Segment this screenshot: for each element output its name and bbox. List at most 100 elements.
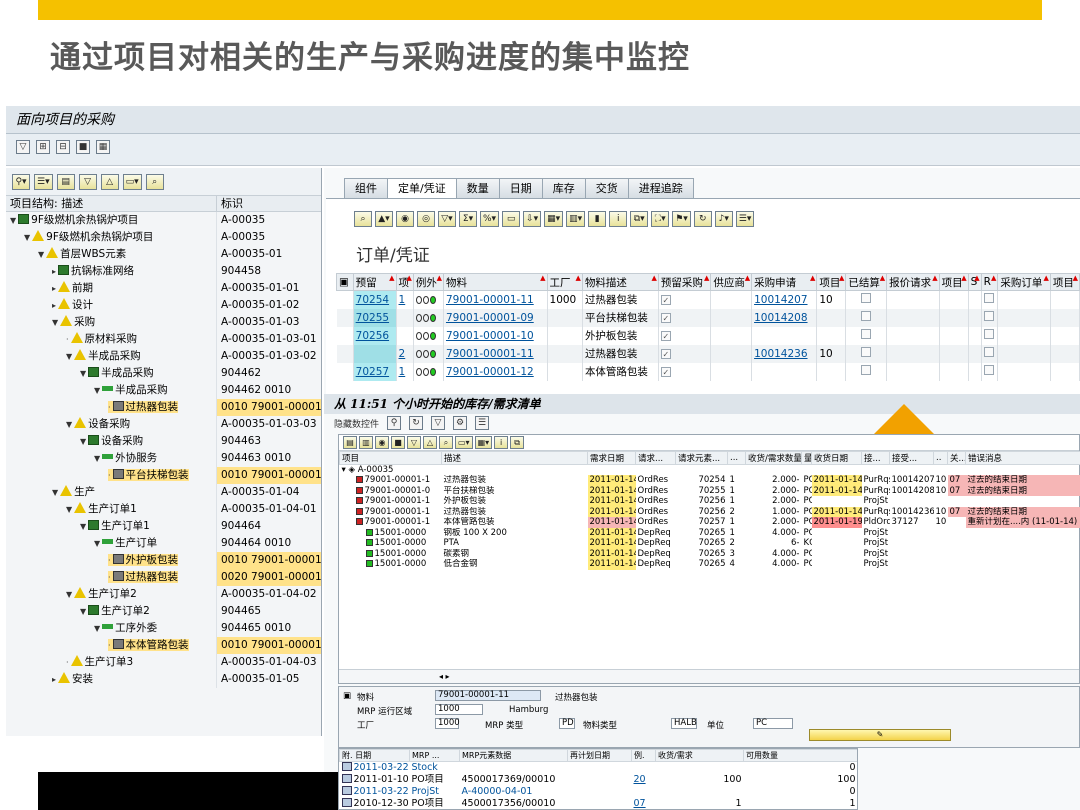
unit-field[interactable]: PC <box>753 718 793 729</box>
refresh-icon[interactable]: ↻ <box>409 416 424 430</box>
reservation-link[interactable]: 70256 <box>353 326 397 345</box>
mrp-col-header[interactable]: 附. 日期 <box>339 749 410 762</box>
orders-col-header[interactable]: 项 ▲ <box>395 273 414 291</box>
export-icon[interactable]: ⧉ <box>510 436 525 449</box>
table-row[interactable]: 15001-0000 低合金钢 2011-01-14 DepReq 70265 4 4.00… <box>340 559 1080 570</box>
purchase-req-link[interactable]: 10014236 <box>751 344 818 363</box>
material-link[interactable]: 79001-00001-10 <box>443 326 548 345</box>
refresh-icon[interactable]: ↻ <box>693 211 712 227</box>
info-icon[interactable]: i <box>609 211 628 227</box>
stock-col-header[interactable]: 收货日期 <box>811 451 862 465</box>
subtotal-icon[interactable]: %▾ <box>480 211 500 227</box>
orders-col-header[interactable]: 已结算 ▲ <box>845 273 888 291</box>
checkbox[interactable]: ✓ <box>660 312 671 323</box>
export-icon[interactable]: ⇩▾ <box>523 211 542 227</box>
element-icon[interactable] <box>341 786 352 795</box>
expand-toggle-icon[interactable]: · <box>108 471 111 480</box>
table-row[interactable]: 15001-0000 钢板 100 X 200 2011-01-14 DepReq 70… <box>340 527 1080 538</box>
table-row[interactable]: 2011-03-22 Stock 0 <box>340 762 858 775</box>
reservation-link[interactable]: 70254 <box>353 290 397 309</box>
tree-row[interactable]: ▸ 前期 A-00035-01-01 <box>6 280 321 297</box>
stock-col-header[interactable]: 收货/需求数量 <box>745 451 802 465</box>
stock-col-header[interactable]: 接受... <box>889 451 934 465</box>
checkbox[interactable] <box>861 293 872 304</box>
stock-col-header[interactable]: 描述 <box>441 451 588 465</box>
tree-row[interactable]: · 原材料采购 A-00035-01-03-01 <box>6 331 321 348</box>
expand-toggle-icon[interactable]: · <box>66 335 69 344</box>
tree-row[interactable]: ▼ 半成品采购 904462 <box>6 365 321 382</box>
table-row[interactable]: 70256 79001-00001-10 外护板包装 ✓ <box>336 326 1080 345</box>
grid-icon[interactable]: ▦ <box>96 140 110 154</box>
row-selector[interactable] <box>336 290 354 309</box>
mrp-col-header[interactable]: 例. <box>631 749 656 762</box>
material-link[interactable]: 79001-00001-12 <box>443 362 548 381</box>
sort-down-icon[interactable]: ▽ <box>78 174 97 190</box>
orders-col-header[interactable]: 预留采购 ▲ <box>657 273 712 291</box>
table-row[interactable]: 70255 79001-00001-09 平台扶梯包装 ✓ 10014208 <box>336 308 1080 327</box>
table-row[interactable]: 70257 1 79001-00001-12 本体管路包装 ✓ <box>336 362 1080 381</box>
tree-row[interactable]: · 外护板包装 0010 79001-00001-10 <box>6 552 321 569</box>
stock-col-header[interactable]: 接... <box>861 451 890 465</box>
mrp-area-field[interactable]: 1000 <box>435 704 483 715</box>
tab-dates[interactable]: 日期 <box>498 178 543 198</box>
expand-toggle-icon[interactable]: ▼ <box>80 369 86 378</box>
expand-toggle-icon[interactable]: ▼ <box>94 386 100 395</box>
settings-icon[interactable]: ⚙ <box>453 416 468 430</box>
table-row[interactable]: 2 79001-00001-11 过热器包装 ✓ 10014236 10 <box>336 344 1080 363</box>
mrp-col-header[interactable]: MRP元素数据 <box>459 749 568 762</box>
find-icon[interactable]: ⌕ <box>439 436 453 449</box>
reservation-link[interactable]: 70255 <box>353 308 397 327</box>
element-icon[interactable] <box>341 762 352 771</box>
row-selector[interactable] <box>336 362 354 381</box>
tree-row[interactable]: ▼ 设备采购 904463 <box>6 433 321 450</box>
stock-col-header[interactable]: .. <box>933 451 948 465</box>
orders-col-header[interactable]: 工厂 ▲ <box>546 273 583 291</box>
sort-up-icon[interactable]: △ <box>100 174 119 190</box>
copy-icon[interactable]: ⧉▾ <box>630 211 649 227</box>
expand-toggle-icon[interactable]: ▼ <box>66 352 72 361</box>
row-selector[interactable] <box>336 344 354 363</box>
print-icon[interactable]: ▭▾ <box>455 436 473 449</box>
mrp-col-header[interactable]: 再计划日期 <box>567 749 632 762</box>
purchase-req-link[interactable]: 10014208 <box>751 308 818 327</box>
purchase-req-link[interactable]: 10014207 <box>751 290 818 309</box>
material-link[interactable]: 79001-00001-11 <box>443 290 548 309</box>
tree-row[interactable]: ▼ 生产订单2 904465 <box>6 603 321 620</box>
sum-icon[interactable]: Σ▾ <box>459 211 477 227</box>
reservation-link[interactable]: 70257 <box>353 362 397 381</box>
expand-toggle-icon[interactable]: · <box>108 556 111 565</box>
print-icon[interactable]: ■ <box>76 140 90 154</box>
material-link[interactable]: 79001-00001-09 <box>443 308 548 327</box>
tree-row[interactable]: ▸ 设计 A-00035-01-02 <box>6 297 321 314</box>
purchase-req-link[interactable] <box>751 362 818 381</box>
element-icon[interactable] <box>341 798 352 807</box>
stock-col-header[interactable]: ... <box>727 451 746 465</box>
mrp-col-header[interactable]: MRP ... <box>409 749 460 762</box>
orders-col-header[interactable]: 采购订单 ▲ <box>997 273 1051 291</box>
layout-icon[interactable]: ▦▾ <box>474 436 493 449</box>
expand-toggle-icon[interactable]: · <box>66 658 69 667</box>
expand-toggle-icon[interactable]: · <box>108 641 111 650</box>
expand-toggle-icon[interactable]: ▸ <box>52 675 56 684</box>
tree-row[interactable]: ▼ 设备采购 A-00035-01-03-03 <box>6 416 321 433</box>
tree-row[interactable]: ▼ 生产订单1 A-00035-01-04-01 <box>6 501 321 518</box>
tree-row[interactable]: ▸ 抗锅标准网络 904458 <box>6 263 321 280</box>
tree-row[interactable]: ▼ 采购 A-00035-01-03 <box>6 314 321 331</box>
collapse-icon[interactable]: ▤ <box>343 436 357 449</box>
print-icon[interactable]: ▲▾ <box>375 211 393 227</box>
mrp-col-header[interactable]: 收货/需求 <box>655 749 744 762</box>
tree-row[interactable]: ▼ 生产订单2 A-00035-01-04-02 <box>6 586 321 603</box>
checkbox[interactable] <box>861 329 872 339</box>
layout-icon[interactable]: ▥▾ <box>566 211 586 227</box>
filter-icon[interactable]: ▽ <box>431 416 446 430</box>
table-row[interactable]: 15001-0000 碳素钢 2011-01-14 DepReq 70265 3 4.000… <box>340 548 1080 559</box>
checkbox[interactable] <box>861 365 872 375</box>
tab-quantity[interactable]: 数量 <box>455 178 500 198</box>
item-link[interactable]: 2 <box>396 344 414 363</box>
orders-col-header[interactable]: 预留 ▲ <box>352 273 397 291</box>
tab-delivery[interactable]: 交货 <box>584 178 629 198</box>
table-row[interactable]: 2011-03-22 ProjSt A-40000-04-01 0 <box>340 786 858 798</box>
item-link[interactable] <box>396 326 414 345</box>
orders-col-header[interactable]: 项目 ▲ <box>1049 273 1080 291</box>
checkbox[interactable] <box>984 329 995 339</box>
